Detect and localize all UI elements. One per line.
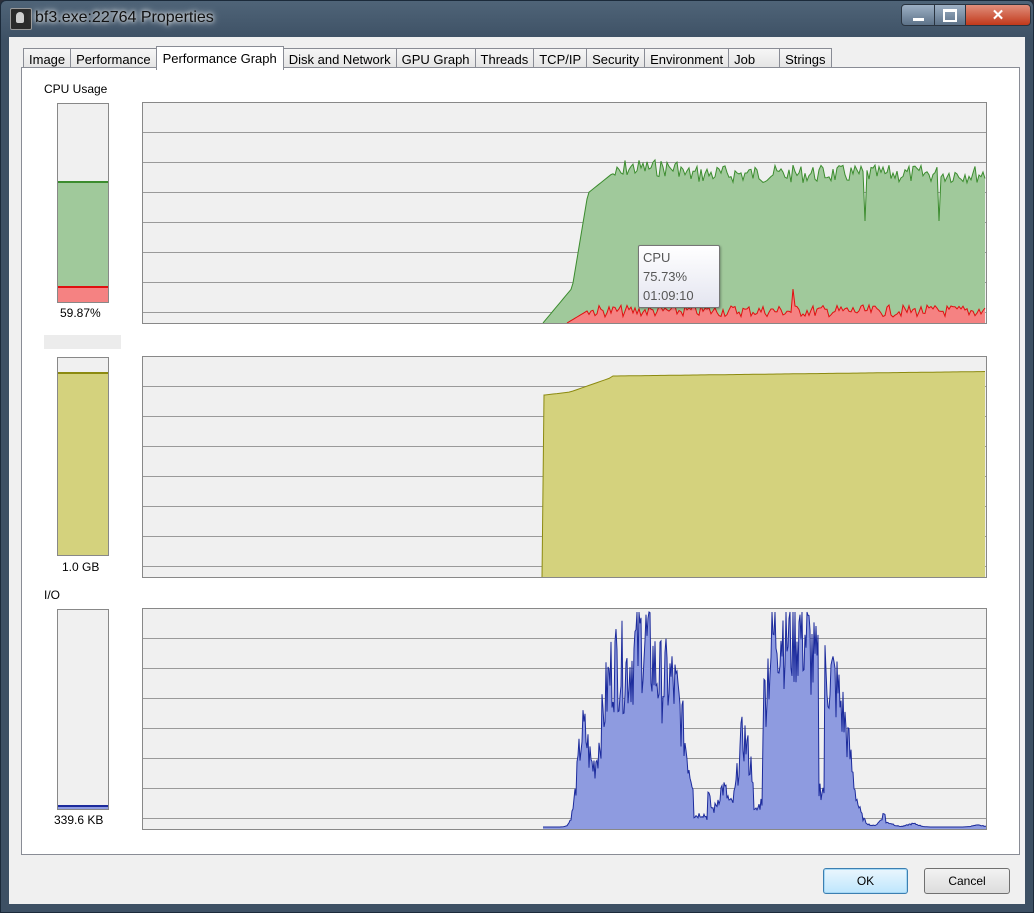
io-label: I/O — [44, 588, 61, 602]
cpu-meter-kernel-fill — [58, 286, 108, 302]
minimize-button[interactable] — [901, 4, 935, 26]
tooltip-time: 01:09:10 — [643, 288, 694, 303]
tab-tcp-ip[interactable]: TCP/IP — [533, 48, 588, 69]
io-graph[interactable] — [142, 608, 987, 830]
tab-job[interactable]: Job — [728, 48, 781, 69]
memory-meter-fill — [58, 371, 108, 555]
cpu-usage-meter — [57, 103, 109, 303]
tab-strings[interactable]: Strings — [779, 48, 832, 69]
tooltip-value: 75.73% — [643, 269, 688, 284]
cancel-button[interactable]: Cancel — [924, 868, 1010, 894]
io-area — [543, 612, 986, 829]
memory-label-placeholder — [44, 335, 121, 349]
memory-graph-canvas — [143, 371, 986, 577]
io-meter-fill — [58, 805, 108, 809]
properties-window: bf3.exe:22764 Properties ✕ Image Perform… — [0, 0, 1034, 913]
minimize-icon — [912, 17, 924, 21]
tooltip-series: CPU — [643, 250, 671, 265]
maximize-button[interactable] — [934, 4, 966, 26]
tab-threads[interactable]: Threads — [474, 48, 535, 69]
memory-graph[interactable] — [142, 356, 987, 578]
io-graph-canvas — [143, 611, 986, 829]
tab-security[interactable]: Security — [586, 48, 646, 69]
cpu-meter-fill — [58, 181, 108, 302]
dialog-client: Image Performance Performance Graph Disk… — [9, 37, 1025, 904]
maximize-icon — [943, 8, 957, 22]
performance-graph-panel: CPU Usage 59.87% 1.0 GB I/O 339.6 KB CPU… — [21, 67, 1020, 855]
tab-gpu-graph[interactable]: GPU Graph — [395, 48, 476, 69]
cpu-usage-graph[interactable] — [142, 102, 987, 324]
close-icon: ✕ — [991, 7, 1005, 24]
title-bar[interactable]: bf3.exe:22764 Properties ✕ — [1, 1, 1033, 37]
cpu-tooltip: CPU 75.73% 01:09:10 — [638, 245, 720, 308]
tab-image[interactable]: Image — [23, 48, 72, 69]
memory-area — [542, 371, 985, 577]
io-meter — [57, 609, 109, 810]
memory-value: 1.0 GB — [62, 560, 100, 574]
memory-meter — [57, 357, 109, 556]
tab-performance[interactable]: Performance — [70, 48, 157, 69]
ok-button[interactable]: OK — [823, 868, 908, 894]
window-title: bf3.exe:22764 Properties — [35, 9, 214, 26]
cpu-graph-canvas — [143, 132, 986, 323]
cpu-usage-label: CPU Usage — [44, 82, 108, 96]
app-icon — [10, 8, 32, 30]
close-button[interactable]: ✕ — [965, 4, 1031, 26]
cpu-usage-value: 59.87% — [60, 306, 101, 320]
tab-environment[interactable]: Environment — [644, 48, 730, 69]
cpu-total-area — [543, 159, 985, 323]
tab-disk-and-network[interactable]: Disk and Network — [282, 48, 397, 69]
io-value: 339.6 KB — [54, 813, 104, 827]
tab-performance-graph[interactable]: Performance Graph — [155, 46, 284, 70]
tab-strip: Image Performance Performance Graph Disk… — [23, 46, 832, 70]
